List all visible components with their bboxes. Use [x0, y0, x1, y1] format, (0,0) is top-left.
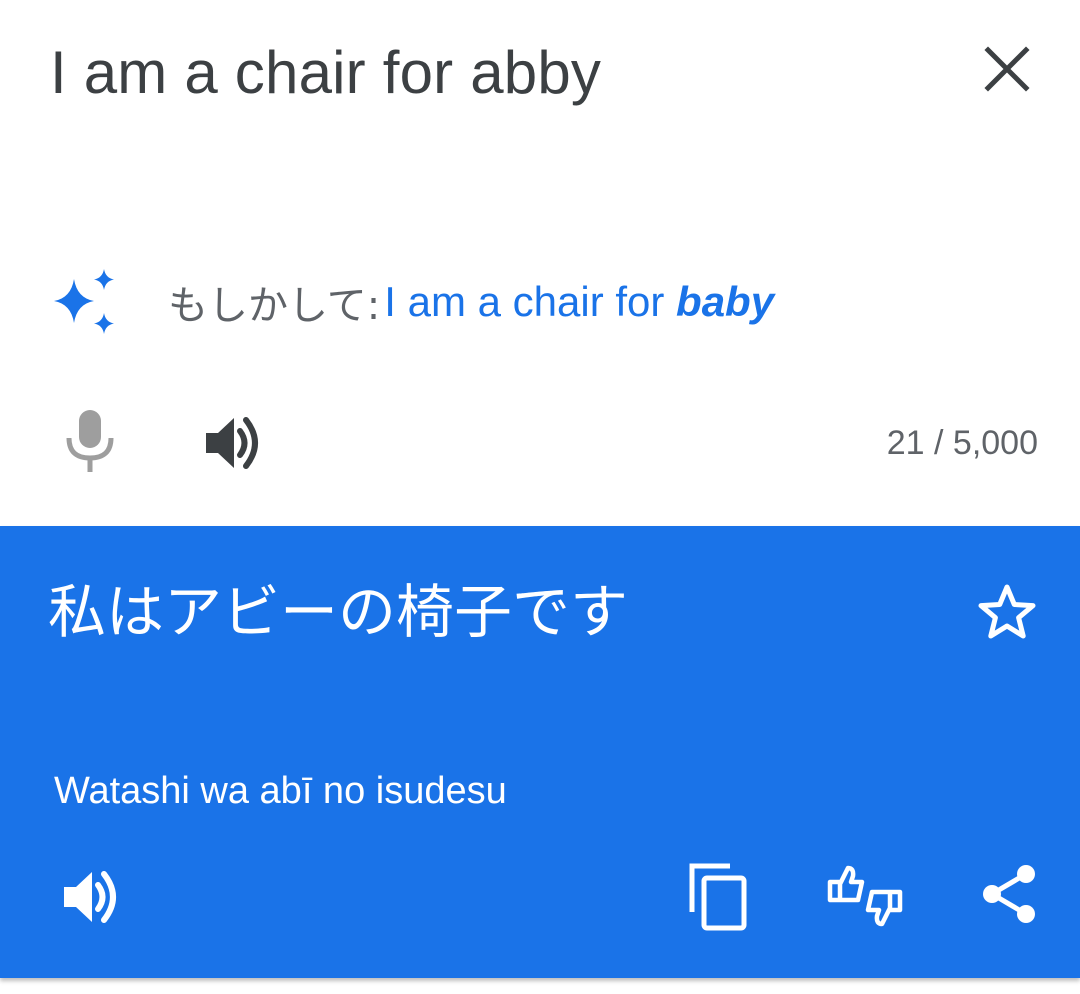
rate-translation-button[interactable]	[826, 860, 904, 932]
thumbs-up-down-icon	[827, 865, 903, 927]
mic-icon	[66, 410, 114, 472]
save-translation-button[interactable]	[976, 582, 1038, 644]
clear-button[interactable]	[978, 40, 1036, 98]
voice-input-button[interactable]	[62, 408, 118, 474]
suggested-correction-link[interactable]: I am a chair for baby	[384, 278, 774, 326]
close-icon	[984, 46, 1030, 92]
did-you-mean-label: もしかして:	[168, 283, 381, 329]
did-you-mean-row: もしかして: I am a chair for baby	[50, 262, 774, 342]
romanization-text: Watashi wa abī no isudesu	[54, 770, 507, 812]
suggestion-plain-text: I am a chair for	[384, 278, 677, 325]
copy-translation-button[interactable]	[686, 860, 750, 932]
listen-translation-button[interactable]	[60, 866, 124, 928]
source-panel: I am a chair for abby もしかして: I am a chai…	[0, 0, 1080, 526]
source-text-input[interactable]: I am a chair for abby	[50, 36, 601, 110]
translation-panel: 私はアビーの椅子です Watashi wa abī no isudesu	[0, 526, 1080, 978]
suggestion-emphasis-text: baby	[676, 278, 775, 325]
star-outline-icon	[978, 584, 1036, 639]
character-count: 21 / 5,000	[886, 424, 1038, 462]
volume-icon	[64, 871, 116, 923]
share-translation-button[interactable]	[980, 862, 1040, 926]
sparkle-icon	[54, 269, 114, 334]
translate-screen: I am a chair for abby もしかして: I am a chai…	[0, 0, 1080, 994]
listen-source-button[interactable]	[202, 412, 266, 474]
volume-icon	[206, 417, 258, 469]
copy-icon	[689, 863, 747, 931]
translated-text: 私はアビーの椅子です	[48, 578, 629, 646]
share-icon	[983, 865, 1035, 923]
